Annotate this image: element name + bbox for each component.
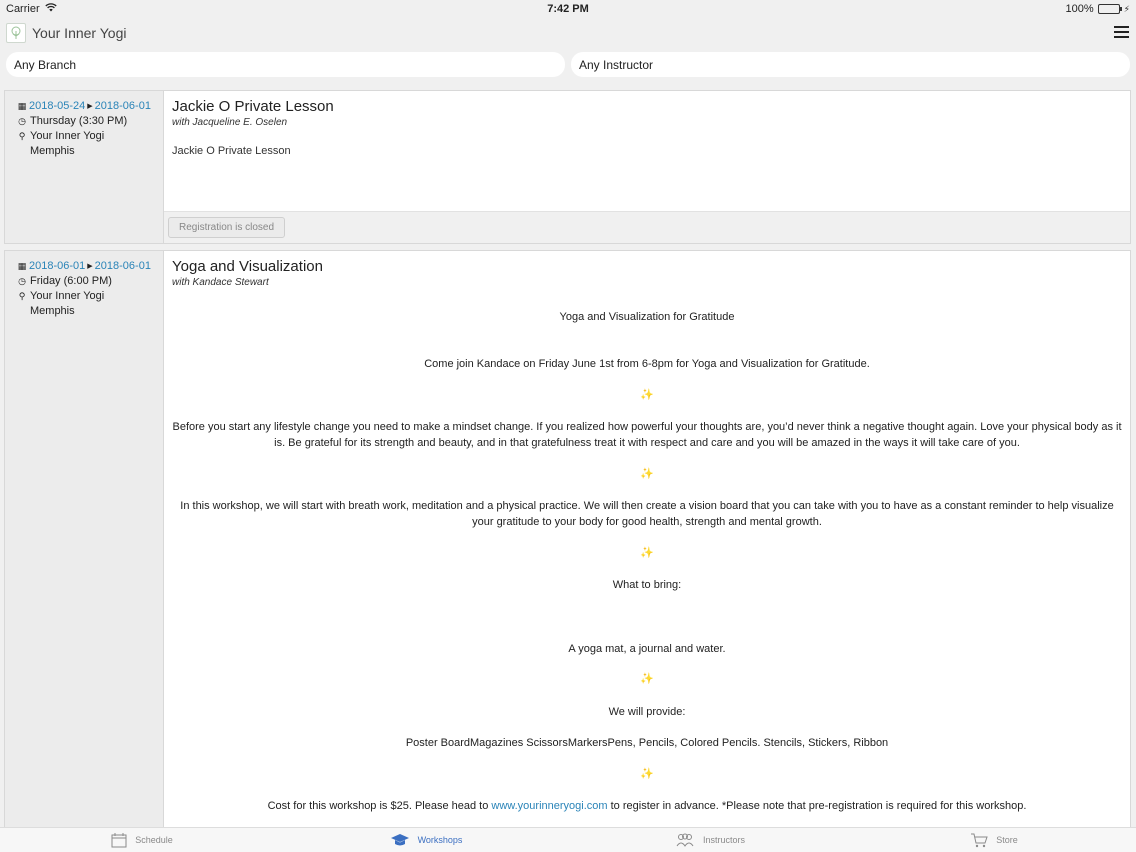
status-bar: Carrier 7:42 PM 100% ⚡ <box>0 0 1136 18</box>
map-marker-icon: ⚲ <box>18 131 26 141</box>
location-line1: Your Inner Yogi <box>30 130 105 142</box>
workshop-body: Jackie O Private Lesson with Jacqueline … <box>164 91 1130 243</box>
tab-label: Schedule <box>135 835 173 845</box>
carrier-label: Carrier <box>6 3 40 15</box>
app-title: Your Inner Yogi <box>32 25 127 41</box>
caret-right-icon: ▶ <box>87 103 93 110</box>
status-time: 7:42 PM <box>547 3 589 15</box>
registration-bar: Registration is closed <box>164 211 1130 243</box>
registration-closed-button[interactable]: Registration is closed <box>168 217 286 238</box>
description-paragraph: Before you start any lifestyle change yo… <box>172 421 1122 449</box>
people-icon <box>675 833 695 847</box>
branch-filter[interactable]: Any Branch <box>6 52 565 77</box>
tab-label: Store <box>996 835 1018 845</box>
map-marker-icon: ⚲ <box>18 291 26 301</box>
workshop-body: Yoga and Visualization with Kandace Stew… <box>164 251 1130 827</box>
sparkle-icon: ✨ <box>640 673 654 685</box>
start-date-link[interactable]: 2018-05-24 <box>29 99 85 114</box>
sparkle-icon: ✨ <box>640 768 654 780</box>
workshop-list[interactable]: ▦ 2018-05-24 ▶ 2018-06-01 ◷ Thursday (3:… <box>0 84 1136 827</box>
end-date-link[interactable]: 2018-06-01 <box>95 99 151 114</box>
caret-right-icon: ▶ <box>87 263 93 270</box>
cost-note: to register in advance. *Please note tha… <box>607 800 1027 812</box>
workshop-location: ⚲ Your Inner Yogi Memphis <box>17 289 163 319</box>
calendar-icon <box>111 832 127 848</box>
tab-label: Instructors <box>702 835 745 845</box>
location-line2: Memphis <box>30 145 75 157</box>
sparkle-icon: ✨ <box>640 468 654 480</box>
workshop-title: Yoga and Visualization <box>172 258 323 275</box>
tab-label: Workshops <box>417 835 463 845</box>
description-paragraph: Come join Kandace on Friday June 1st fro… <box>424 358 870 370</box>
website-link[interactable]: www.yourinneryogi.com <box>491 800 607 812</box>
location-line2: Memphis <box>30 305 75 317</box>
clock-icon: ◷ <box>18 276 26 286</box>
start-date-link[interactable]: 2018-06-01 <box>29 259 85 274</box>
battery-percent: 100% <box>1065 3 1094 15</box>
workshop-card: ▦ 2018-06-01 ▶ 2018-06-01 ◷ Friday (6:00… <box>4 250 1131 827</box>
workshop-dates: ▦ 2018-06-01 ▶ 2018-06-01 <box>17 259 163 274</box>
status-right: 100% ⚡ <box>1066 3 1130 15</box>
filter-bar: Any Branch Any Instructor <box>6 52 1130 77</box>
clock-icon: ◷ <box>18 116 26 126</box>
description-paragraph: Poster BoardMagazines ScissorsMarkersPen… <box>405 737 889 749</box>
location-line1: Your Inner Yogi <box>30 290 105 302</box>
tab-workshops[interactable]: Workshops <box>284 828 568 852</box>
workshop-instructor: with Kandace Stewart <box>172 277 269 288</box>
cost-text: Cost for this workshop is $25. Please he… <box>267 800 492 812</box>
end-date-link[interactable]: 2018-06-01 <box>95 259 151 274</box>
charging-icon: ⚡ <box>1123 3 1130 14</box>
graduation-cap-icon <box>390 833 410 848</box>
workshop-instructor: with Jacqueline E. Oselen <box>172 117 288 128</box>
calendar-icon: ▦ <box>17 261 27 271</box>
tab-schedule[interactable]: Schedule <box>0 828 284 852</box>
tab-store[interactable]: Store <box>852 828 1136 852</box>
workshop-dates: ▦ 2018-05-24 ▶ 2018-06-01 <box>17 99 163 114</box>
tab-instructors[interactable]: Instructors <box>568 828 852 852</box>
workshop-description: Jackie O Private Lesson <box>172 145 291 157</box>
sparkle-icon: ✨ <box>640 547 654 559</box>
tab-bar: Schedule Workshops Instructors Store <box>0 827 1136 852</box>
day-time: Thursday (3:30 PM) <box>30 115 128 127</box>
sparkle-icon: ✨ <box>640 389 654 401</box>
instructor-filter[interactable]: Any Instructor <box>571 52 1130 77</box>
app-logo <box>6 23 26 43</box>
description-paragraph: Yoga and Visualization for Gratitude <box>559 311 735 323</box>
description-paragraph: In this workshop, we will start with bre… <box>180 500 1114 528</box>
wifi-icon <box>44 3 57 15</box>
calendar-icon: ▦ <box>17 101 27 111</box>
cart-icon <box>970 833 988 848</box>
description-paragraph: We will provide: <box>608 706 686 718</box>
workshop-meta: ▦ 2018-06-01 ▶ 2018-06-01 ◷ Friday (6:00… <box>5 251 164 827</box>
hamburger-menu-icon[interactable] <box>1114 26 1129 38</box>
description-paragraph: A yoga mat, a journal and water. <box>568 643 726 655</box>
workshop-time: ◷ Friday (6:00 PM) <box>17 274 163 289</box>
battery-icon <box>1097 4 1122 14</box>
nav-bar: Your Inner Yogi <box>0 18 1136 48</box>
workshop-time: ◷ Thursday (3:30 PM) <box>17 114 163 129</box>
workshop-meta: ▦ 2018-05-24 ▶ 2018-06-01 ◷ Thursday (3:… <box>5 91 164 243</box>
description-paragraph: Cost for this workshop is $25. Please he… <box>164 798 1130 814</box>
workshop-card: ▦ 2018-05-24 ▶ 2018-06-01 ◷ Thursday (3:… <box>4 90 1131 244</box>
description-paragraph: What to bring: <box>612 579 682 591</box>
status-left: Carrier <box>6 3 57 15</box>
workshop-location: ⚲ Your Inner Yogi Memphis <box>17 129 163 159</box>
day-time: Friday (6:00 PM) <box>30 275 112 287</box>
workshop-title: Jackie O Private Lesson <box>172 98 334 115</box>
